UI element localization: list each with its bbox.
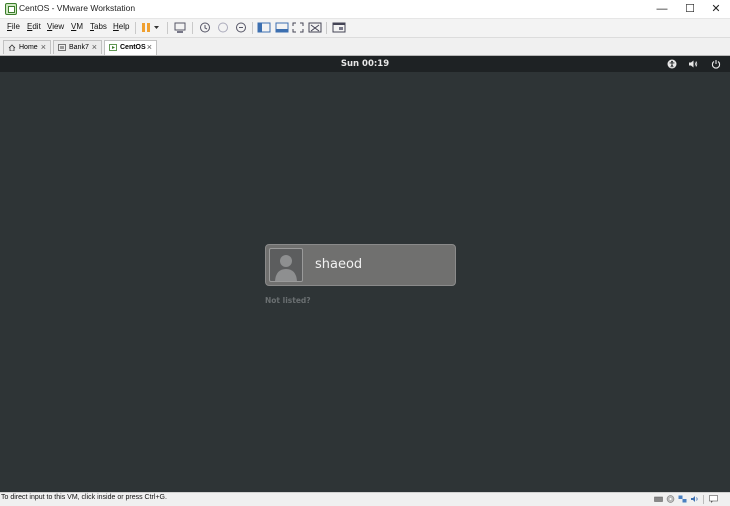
cd-dvd-icon[interactable] bbox=[666, 495, 675, 503]
avatar bbox=[269, 248, 303, 282]
volume-icon[interactable] bbox=[688, 59, 698, 69]
vmware-app-icon bbox=[5, 3, 17, 15]
clock: Sun 00:19 bbox=[340, 59, 390, 69]
status-separator bbox=[703, 495, 704, 504]
toolbar-separator bbox=[135, 22, 136, 34]
unity-icon[interactable] bbox=[308, 21, 322, 34]
accessibility-icon[interactable] bbox=[667, 59, 677, 69]
not-listed-link[interactable]: Not listed? bbox=[265, 296, 311, 305]
tab-label: Bank7 bbox=[69, 44, 89, 51]
home-icon bbox=[8, 44, 16, 51]
vm-running-icon bbox=[109, 44, 117, 51]
thumbnail-bar-icon[interactable] bbox=[275, 21, 289, 34]
toolbar-separator bbox=[252, 22, 253, 34]
menu-file[interactable]: File bbox=[7, 22, 20, 31]
snapshot-icon[interactable] bbox=[198, 21, 212, 34]
maximize-button[interactable]: ☐ bbox=[676, 0, 704, 18]
tab-centos[interactable]: CentOS × bbox=[104, 40, 157, 55]
tab-bar: Home × Bank7 × CentOS × bbox=[0, 38, 730, 56]
menu-help[interactable]: Help bbox=[113, 22, 129, 31]
tab-label: CentOS bbox=[120, 44, 146, 51]
menu-bar: File Edit View VM Tabs Help bbox=[0, 19, 730, 38]
close-tab-icon[interactable]: × bbox=[41, 42, 46, 52]
username: shaeod bbox=[315, 257, 363, 272]
tab-label: Home bbox=[19, 44, 38, 51]
vm-icon bbox=[58, 44, 66, 51]
close-tab-icon[interactable]: × bbox=[92, 42, 97, 52]
tab-bank7[interactable]: Bank7 × bbox=[53, 40, 102, 54]
toolbar-separator bbox=[167, 22, 168, 34]
status-bar: To direct input to this VM, click inside… bbox=[0, 492, 730, 506]
window-title: CentOS - VMware Workstation bbox=[19, 3, 136, 13]
gnome-top-bar: Sun 00:19 bbox=[0, 56, 730, 72]
tab-home[interactable]: Home × bbox=[3, 40, 51, 54]
menu-tabs[interactable]: Tabs bbox=[90, 22, 107, 31]
power-icon[interactable] bbox=[711, 59, 721, 69]
menu-vm[interactable]: VM bbox=[71, 22, 83, 31]
message-log-icon[interactable] bbox=[709, 495, 718, 503]
show-library-icon[interactable] bbox=[257, 21, 271, 34]
hard-disk-icon[interactable] bbox=[654, 495, 663, 503]
snapshot-manager-icon[interactable] bbox=[234, 21, 248, 34]
title-bar: CentOS - VMware Workstation — ☐ ✕ bbox=[0, 0, 730, 19]
pause-vm-icon[interactable] bbox=[141, 21, 161, 34]
sound-card-icon[interactable] bbox=[690, 495, 699, 503]
toolbar-separator bbox=[192, 22, 193, 34]
close-button[interactable]: ✕ bbox=[702, 0, 730, 18]
full-screen-icon[interactable] bbox=[291, 21, 305, 34]
user-list-item[interactable]: shaeod bbox=[265, 244, 456, 286]
network-adapter-icon[interactable] bbox=[678, 495, 687, 503]
close-tab-icon[interactable]: × bbox=[147, 42, 152, 52]
user-silhouette-icon bbox=[275, 255, 297, 281]
send-ctrl-alt-del-icon[interactable] bbox=[173, 21, 187, 34]
toolbar-separator bbox=[326, 22, 327, 34]
status-message: To direct input to this VM, click inside… bbox=[1, 494, 167, 501]
minimize-button[interactable]: — bbox=[648, 0, 676, 18]
menu-edit[interactable]: Edit bbox=[27, 22, 41, 31]
revert-snapshot-icon[interactable] bbox=[216, 21, 230, 34]
console-view-icon[interactable] bbox=[332, 21, 346, 34]
menu-view[interactable]: View bbox=[47, 22, 64, 31]
vm-console[interactable]: Sun 00:19 shaeod Not listed? bbox=[0, 56, 730, 492]
